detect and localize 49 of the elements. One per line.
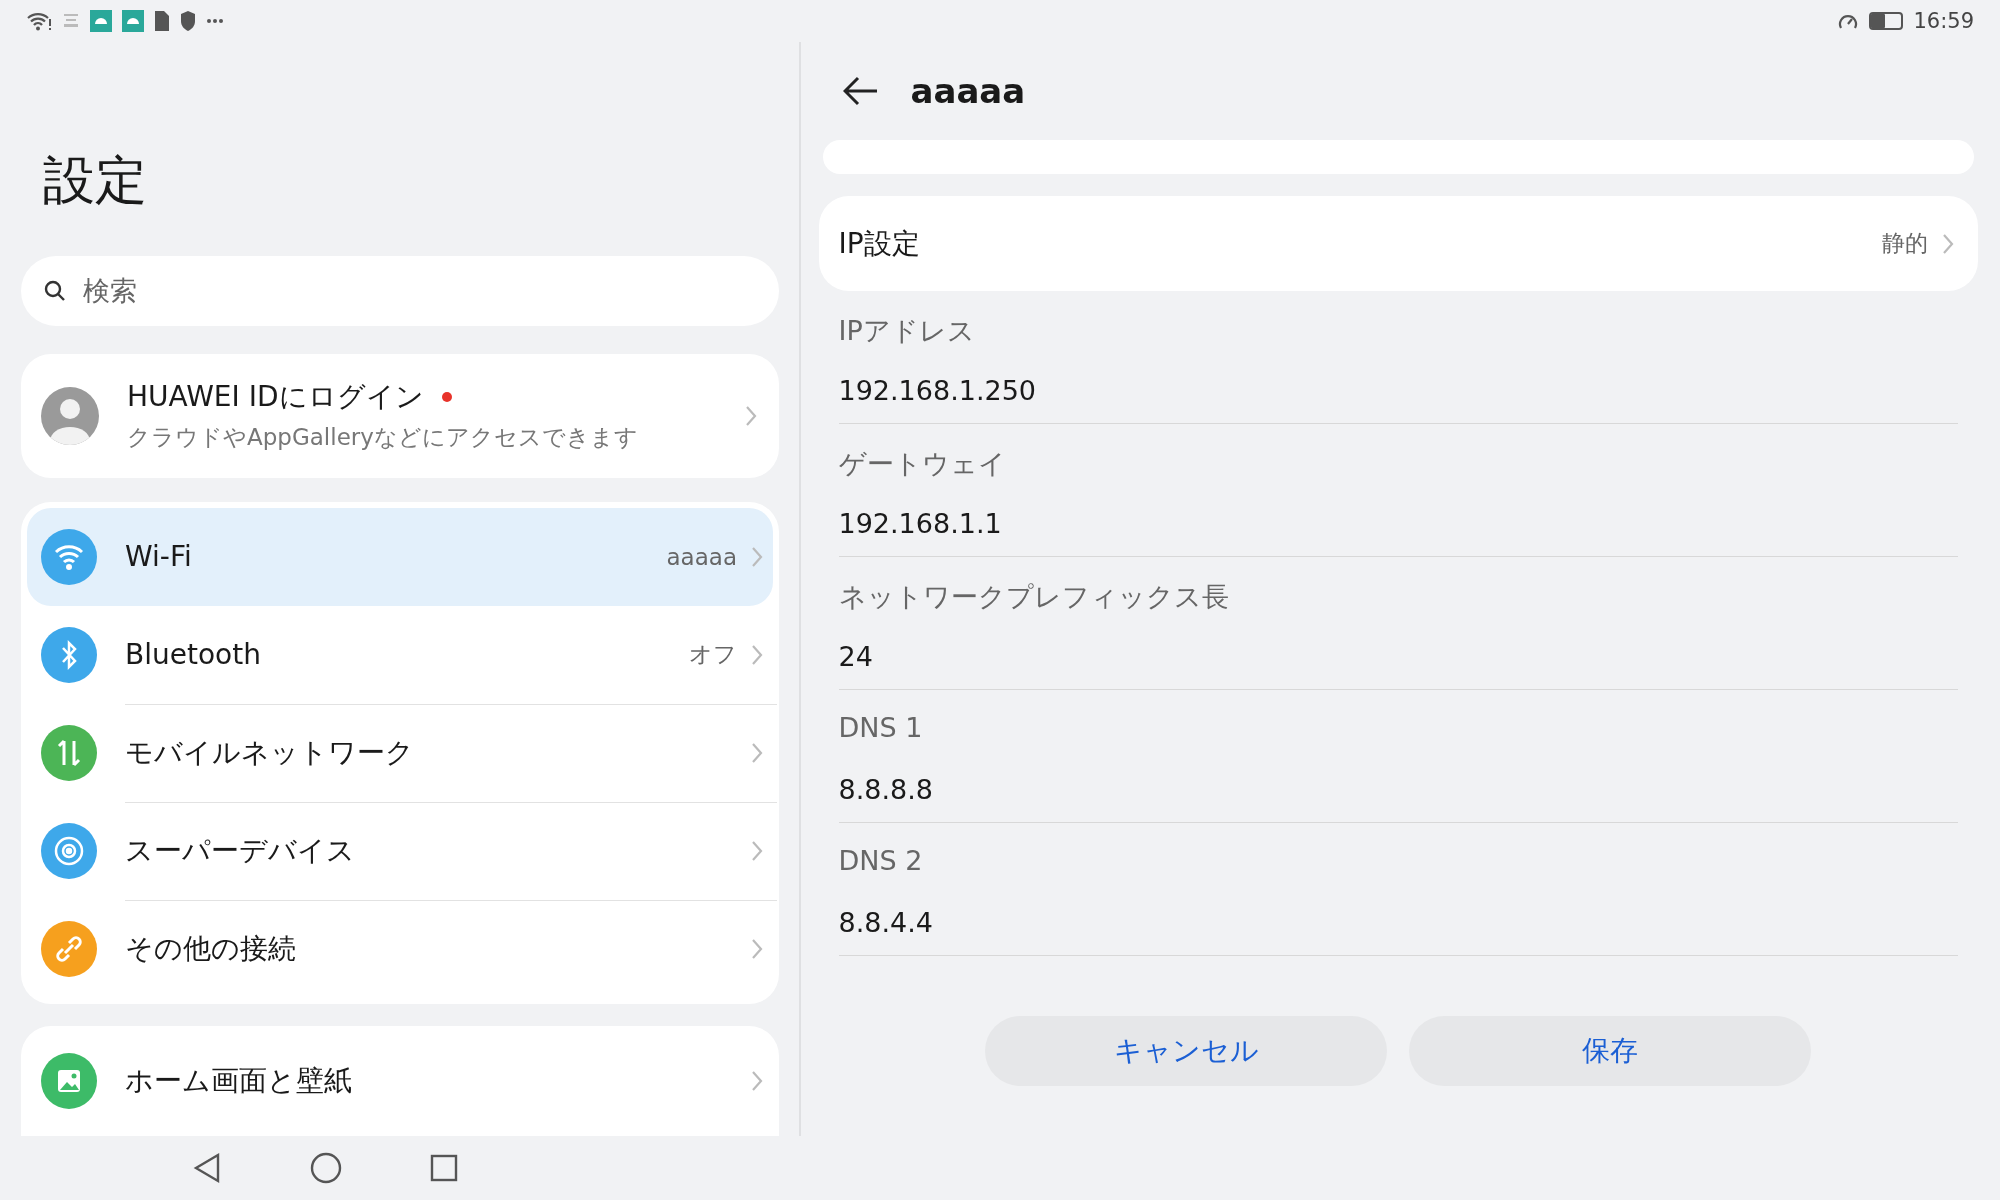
ip-setting-item[interactable]: IP設定 静的 (818, 196, 1978, 291)
save-button[interactable]: 保存 (1409, 1016, 1812, 1086)
back-icon[interactable] (192, 1152, 222, 1184)
input-field[interactable]: 192.168.1.250 (838, 357, 1958, 423)
item-label: Wi-Fi (125, 540, 193, 573)
back-icon[interactable] (842, 76, 879, 106)
settings-item[interactable]: Wi-Fi aaaaa (27, 508, 773, 606)
page-title: aaaaa (910, 71, 1026, 111)
account-card[interactable]: HUAWEI IDにログイン クラウドやAppGalleryなどにアクセスできます (21, 353, 779, 478)
field-label: ゲートウェイ (838, 447, 1007, 481)
chevron-icon (751, 643, 763, 666)
input-field[interactable]: 192.168.1.1 (838, 490, 1958, 556)
field-label: DNS 2 (838, 844, 924, 878)
shield-icon (180, 10, 196, 32)
chevron-icon (745, 404, 757, 427)
field-label: DNS 1 (838, 711, 924, 745)
item-label: Bluetooth (125, 638, 262, 671)
item-value: オフ (689, 640, 737, 669)
chevron-icon (751, 1069, 763, 1092)
recents-icon[interactable] (430, 1154, 458, 1182)
account-subtitle: クラウドやAppGalleryなどにアクセスできます (127, 423, 639, 453)
item-label: IP設定 (838, 225, 921, 262)
battery-icon (1869, 12, 1904, 30)
more-icon (206, 18, 224, 24)
item-value: 静的 (1882, 229, 1928, 258)
file-icon (154, 10, 170, 32)
search-field[interactable]: 検索 (21, 255, 779, 326)
item-label: ホーム画面と壁紙 (125, 1062, 353, 1099)
chevron-icon (751, 545, 763, 568)
item-value: aaaaa (666, 543, 737, 570)
cancel-button[interactable]: キャンセル (985, 1016, 1388, 1086)
chevron-icon (751, 839, 763, 862)
wifi-icon (26, 10, 52, 32)
input-field[interactable]: 8.8.8.8 (838, 756, 1958, 822)
clock: 16:59 (1913, 9, 1974, 33)
field-label: IPアドレス (838, 314, 976, 348)
chevron-icon (751, 937, 763, 960)
input-field[interactable]: 24 (838, 623, 1958, 689)
item-label: その他の接続 (125, 930, 297, 967)
page-title: 設定 (42, 149, 148, 212)
home-icon[interactable] (310, 1152, 342, 1184)
field-label: ネットワークプレフィックス長 (838, 580, 1230, 614)
account-title: HUAWEI IDにログイン (127, 379, 424, 416)
chevron-icon (751, 741, 763, 764)
chevron-icon (1942, 232, 1954, 255)
item-label: スーパーデバイス (125, 832, 356, 869)
item-label: モバイルネットワーク (125, 734, 415, 771)
settings-item[interactable]: その他の接続 (27, 900, 773, 998)
input-field[interactable]: 8.8.4.4 (838, 889, 1958, 955)
